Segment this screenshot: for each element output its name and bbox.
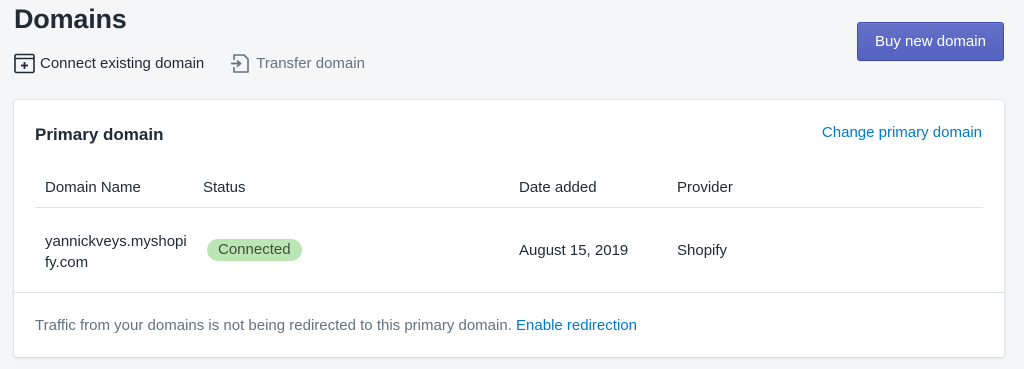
buy-new-domain-button[interactable]: Buy new domain: [857, 22, 1004, 61]
card-title: Primary domain: [35, 125, 164, 144]
connect-existing-domain-label: Connect existing domain: [40, 54, 205, 72]
status-badge: Connected: [205, 237, 304, 263]
primary-domain-card: Primary domain Change primary domain Dom…: [14, 100, 1004, 357]
table-header-divider: [35, 207, 983, 208]
connect-existing-domain-button[interactable]: Connect existing domain: [14, 53, 204, 74]
page-title: Domains: [14, 4, 127, 34]
column-header-provider: Provider: [677, 179, 733, 196]
column-header-status: Status: [203, 179, 246, 196]
enable-redirection-link[interactable]: Enable redirection: [516, 317, 637, 334]
domain-name-cell: yannickveys.myshopify.com: [45, 233, 187, 271]
column-header-date-added: Date added: [519, 179, 597, 196]
transfer-domain-button[interactable]: Transfer domain: [230, 52, 365, 74]
column-header-domain-name: Domain Name: [45, 179, 141, 196]
date-added-cell: August 15, 2019: [519, 242, 629, 259]
header-actions: Connect existing domain Transfer domain: [14, 52, 391, 74]
footer-divider: [14, 292, 1004, 293]
redirection-notice-text: Traffic from your domains is not being r…: [35, 317, 512, 334]
change-primary-domain-link[interactable]: Change primary domain: [822, 124, 982, 141]
browser-plus-icon: [14, 53, 35, 73]
provider-cell: Shopify: [677, 242, 728, 259]
transfer-domain-label: Transfer domain: [256, 54, 365, 72]
redirection-notice: Traffic from your domains is not being r…: [35, 317, 637, 334]
transfer-icon: [231, 54, 250, 73]
